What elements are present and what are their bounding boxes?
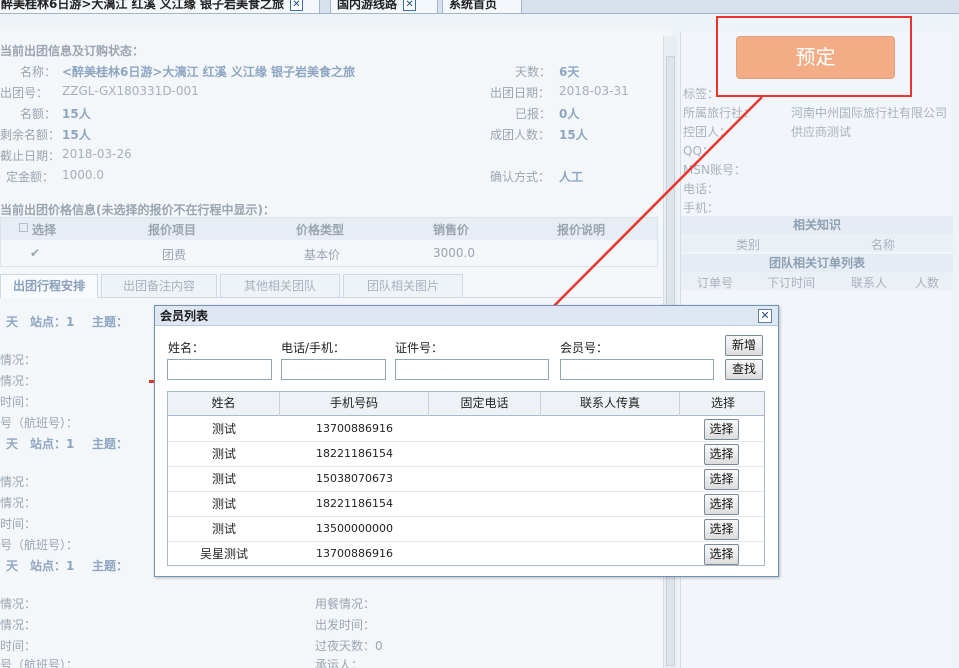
- table-row: 测试 13500000000 选择: [168, 517, 764, 542]
- id-number-input[interactable]: [395, 359, 549, 380]
- select-member-button[interactable]: 选择: [704, 419, 739, 440]
- row-name: 测试: [211, 522, 236, 536]
- close-icon[interactable]: ✕: [758, 309, 772, 323]
- row-name: 吴星测试: [199, 547, 248, 561]
- name-input[interactable]: [167, 359, 272, 380]
- dialog-title: 会员列表 ✕: [155, 306, 778, 326]
- member-number-input[interactable]: [560, 359, 714, 380]
- header-select: 选择: [710, 396, 735, 410]
- header-fax: 联系人传真: [541, 392, 680, 416]
- member-table-header: 姓名 手机号码 固定电话 联系人传真 选择: [168, 392, 764, 416]
- add-member-button[interactable]: 新增: [725, 335, 763, 356]
- header-name: 姓名: [168, 392, 280, 416]
- select-member-button[interactable]: 选择: [704, 494, 739, 515]
- member-list-dialog: 会员列表 ✕ 姓名： 电话/手机： 证件号： 会员号： 新增 查找 姓名 手机号…: [154, 305, 779, 577]
- row-name: 测试: [211, 422, 236, 436]
- search-button[interactable]: 查找: [725, 359, 763, 380]
- header-mobile: 手机号码: [280, 392, 429, 416]
- phone-input[interactable]: [281, 359, 386, 380]
- row-name: 测试: [211, 472, 236, 486]
- row-mobile: 18221186154: [316, 447, 393, 460]
- row-mobile: 13700886916: [316, 547, 393, 560]
- select-member-button[interactable]: 选择: [704, 444, 739, 465]
- select-member-button[interactable]: 选择: [704, 544, 739, 565]
- select-member-button[interactable]: 选择: [704, 469, 739, 490]
- table-row: 测试 13700886916 选择: [168, 417, 764, 442]
- row-mobile: 18221186154: [316, 497, 393, 510]
- select-member-button[interactable]: 选择: [704, 519, 739, 540]
- phone-field-label: 电话/手机：: [281, 341, 346, 355]
- row-mobile: 15038070673: [316, 472, 393, 485]
- row-mobile: 13700886916: [316, 422, 393, 435]
- table-row: 测试 18221186154 选择: [168, 442, 764, 467]
- row-name: 测试: [211, 447, 236, 461]
- table-row: 测试 18221186154 选择: [168, 492, 764, 517]
- member-field-label: 会员号：: [560, 341, 609, 355]
- table-row: 测试 15038070673 选择: [168, 467, 764, 492]
- row-mobile: 13500000000: [316, 522, 393, 535]
- table-row: 吴星测试 13700886916 选择: [168, 542, 764, 565]
- member-table: 姓名 手机号码 固定电话 联系人传真 选择 测试 13700886916 选择 …: [167, 391, 765, 566]
- name-field-label: 姓名：: [168, 341, 205, 355]
- dialog-title-text: 会员列表: [160, 309, 209, 323]
- id-field-label: 证件号：: [395, 341, 444, 355]
- header-landline: 固定电话: [429, 392, 541, 416]
- row-name: 测试: [211, 497, 236, 511]
